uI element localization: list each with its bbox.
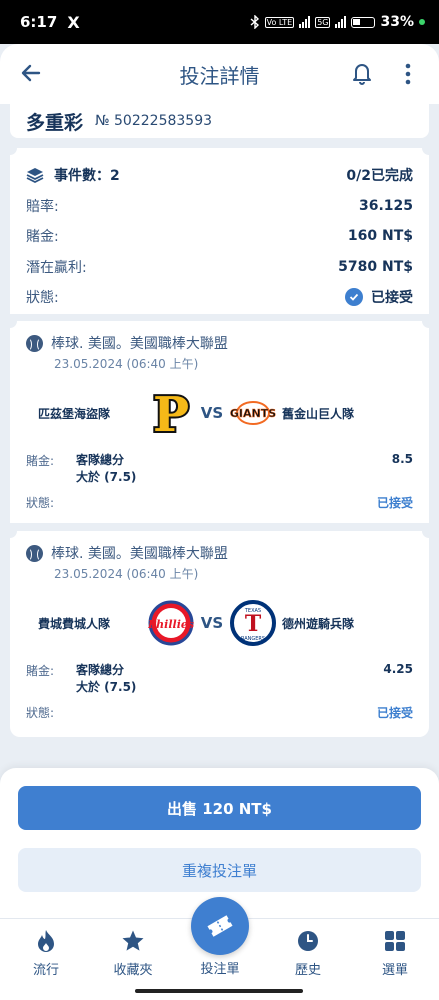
status-icons: Vo LTE 5G 33% (250, 14, 425, 30)
battery-icon (351, 16, 376, 28)
event-status-row: 狀態: 已接受 (26, 704, 413, 721)
gesture-bar (0, 982, 439, 1000)
odds-row: 賠率: 36.125 (26, 191, 413, 222)
vs-label: VS (200, 614, 224, 632)
bet-odd: 8.5 (391, 452, 413, 466)
event-date: 23.05.2024 (06:40 上午) (54, 357, 199, 371)
status-time: 6:17 (20, 13, 58, 31)
svg-text:GIANTS: GIANTS (230, 407, 276, 420)
potential-win-label: 潛在贏利: (26, 259, 87, 276)
nav-label-favorites: 收藏夾 (113, 963, 153, 978)
nav-label-history: 歷史 (294, 963, 321, 978)
grid-menu-icon (385, 931, 405, 951)
stake-value: 160 NT$ (347, 228, 413, 245)
event-card: 棒球. 美國。美國職棒大聯盟 23.05.2024 (06:40 上午) 費城費… (3, 524, 436, 737)
stake-row: 賭金: 160 NT$ (26, 221, 413, 252)
event-date: 23.05.2024 (06:40 上午) (54, 567, 199, 581)
clock-icon (298, 931, 318, 951)
ticket-type: 多重彩 (26, 111, 84, 134)
phillies-logo-icon: Phillies (146, 598, 196, 648)
away-team: 舊金山巨人隊 (282, 406, 355, 421)
nav-label-betslip: 投注單 (200, 962, 240, 977)
x-app-icon: X (67, 12, 80, 32)
svg-text:Phillies: Phillies (148, 618, 194, 631)
5g-icon: 5G (315, 16, 331, 28)
stake-label: 賭金: (26, 229, 59, 246)
baseball-icon (26, 334, 43, 352)
events-row: 事件數：2 0/2已完成 (26, 160, 413, 191)
privacy-dot-icon (419, 19, 425, 25)
action-sheet: 出售 120 NT$ 重複投注單 (0, 768, 439, 918)
baseball-icon (26, 544, 43, 562)
bet-row: 賭金: 客隊總分 大於 (7.5) 4.25 (26, 662, 413, 696)
status-label: 狀態: (26, 290, 59, 307)
more-options-icon[interactable] (398, 62, 418, 86)
giants-logo-icon: GIANTS (228, 388, 278, 438)
potential-win-row: 潛在贏利: 5780 NT$ (26, 252, 413, 283)
event-status-row: 狀態: 已接受 (26, 494, 413, 511)
event-status-value: 已接受 (376, 706, 413, 720)
events-count: 事件數：2 (54, 168, 120, 185)
status-row: 狀態: 已接受 (26, 282, 413, 313)
bluetooth-icon (250, 15, 259, 29)
nav-item-menu[interactable]: 選單 (355, 929, 435, 978)
home-team: 匹茲堡海盜隊 (38, 406, 111, 421)
layers-icon (26, 168, 44, 184)
vs-label: VS (200, 404, 224, 422)
signal-icon-2 (335, 16, 347, 28)
nav-item-history[interactable]: 歷史 (268, 929, 348, 978)
battery-percent: 33% (380, 14, 414, 30)
svg-text:T: T (245, 611, 262, 637)
flame-icon (38, 930, 54, 952)
repeat-bet-button[interactable]: 重複投注單 (18, 848, 421, 892)
betslip-fab-button[interactable] (191, 897, 249, 955)
star-icon (122, 930, 144, 951)
signal-icon (299, 16, 311, 28)
bet-odd: 4.25 (383, 662, 413, 676)
away-team: 德州遊騎兵隊 (282, 616, 355, 631)
bet-label: 賭金: (26, 454, 55, 468)
bell-icon[interactable] (350, 60, 374, 86)
bet-details: 多重彩 № 50222583593 事件數：2 0/2已完成 賠率: 36.12… (0, 104, 439, 737)
summary-card: 事件數：2 0/2已完成 賠率: 36.125 賭金: 160 NT$ 潛在贏利… (3, 141, 436, 314)
bottom-nav: 流行 收藏夾 投注單 歷史 選單 (0, 897, 439, 982)
ticket-number: № 50222583593 (95, 113, 213, 129)
svg-text:P: P (153, 389, 189, 437)
nav-label-hot: 流行 (32, 963, 59, 978)
bet-label: 賭金: (26, 664, 55, 678)
odds-value: 36.125 (358, 197, 413, 214)
bet-row: 賭金: 客隊總分 大於 (7.5) 8.5 (26, 452, 413, 486)
bet-pick: 客隊總分 大於 (7.5) (76, 663, 137, 694)
event-card: 棒球. 美國。美國職棒大聯盟 23.05.2024 (06:40 上午) 匹茲堡… (3, 314, 436, 523)
nav-item-hot[interactable]: 流行 (6, 929, 86, 978)
rangers-logo-icon: TEXAS T RANGERS (228, 598, 278, 648)
bet-pick: 客隊總分 大於 (7.5) (76, 453, 137, 484)
sell-button[interactable]: 出售 120 NT$ (18, 786, 421, 830)
ticket-icon (207, 915, 233, 937)
status-bar: 6:17 X Vo LTE 5G 33% (0, 0, 439, 44)
check-circle-icon (345, 288, 363, 307)
home-indicator[interactable] (135, 989, 303, 993)
pirates-logo-icon: PP (146, 388, 196, 438)
nav-item-favorites[interactable]: 收藏夾 (93, 929, 173, 978)
event-league: 棒球. 美國。美國職棒大聯盟 (51, 336, 228, 352)
potential-win-value: 5780 NT$ (338, 258, 413, 275)
app-header: 投注詳情 (0, 44, 439, 104)
home-team: 費城費城人隊 (38, 616, 111, 631)
matchup: 費城費城人隊 Phillies VS TEXAS T RANGERS 德州遊騎兵隊 (26, 592, 413, 654)
back-arrow-icon[interactable] (18, 60, 44, 86)
ticket-header: 多重彩 № 50222583593 (10, 104, 429, 138)
status-value: 已接受 (371, 290, 413, 307)
svg-text:RANGERS: RANGERS (241, 636, 265, 642)
event-status-value: 已接受 (376, 496, 413, 510)
event-status-label: 狀態: (26, 706, 55, 720)
events-progress: 0/2已完成 (346, 168, 413, 185)
nav-label-menu: 選單 (381, 963, 408, 978)
event-league: 棒球. 美國。美國職棒大聯盟 (51, 546, 228, 562)
volte-icon: Vo LTE (264, 16, 295, 28)
odds-label: 賠率: (26, 198, 59, 215)
matchup: 匹茲堡海盜隊 PP VS GIANTS 舊金山巨人隊 (26, 382, 413, 444)
event-status-label: 狀態: (26, 496, 55, 510)
status-badge: 已接受 (345, 287, 413, 307)
